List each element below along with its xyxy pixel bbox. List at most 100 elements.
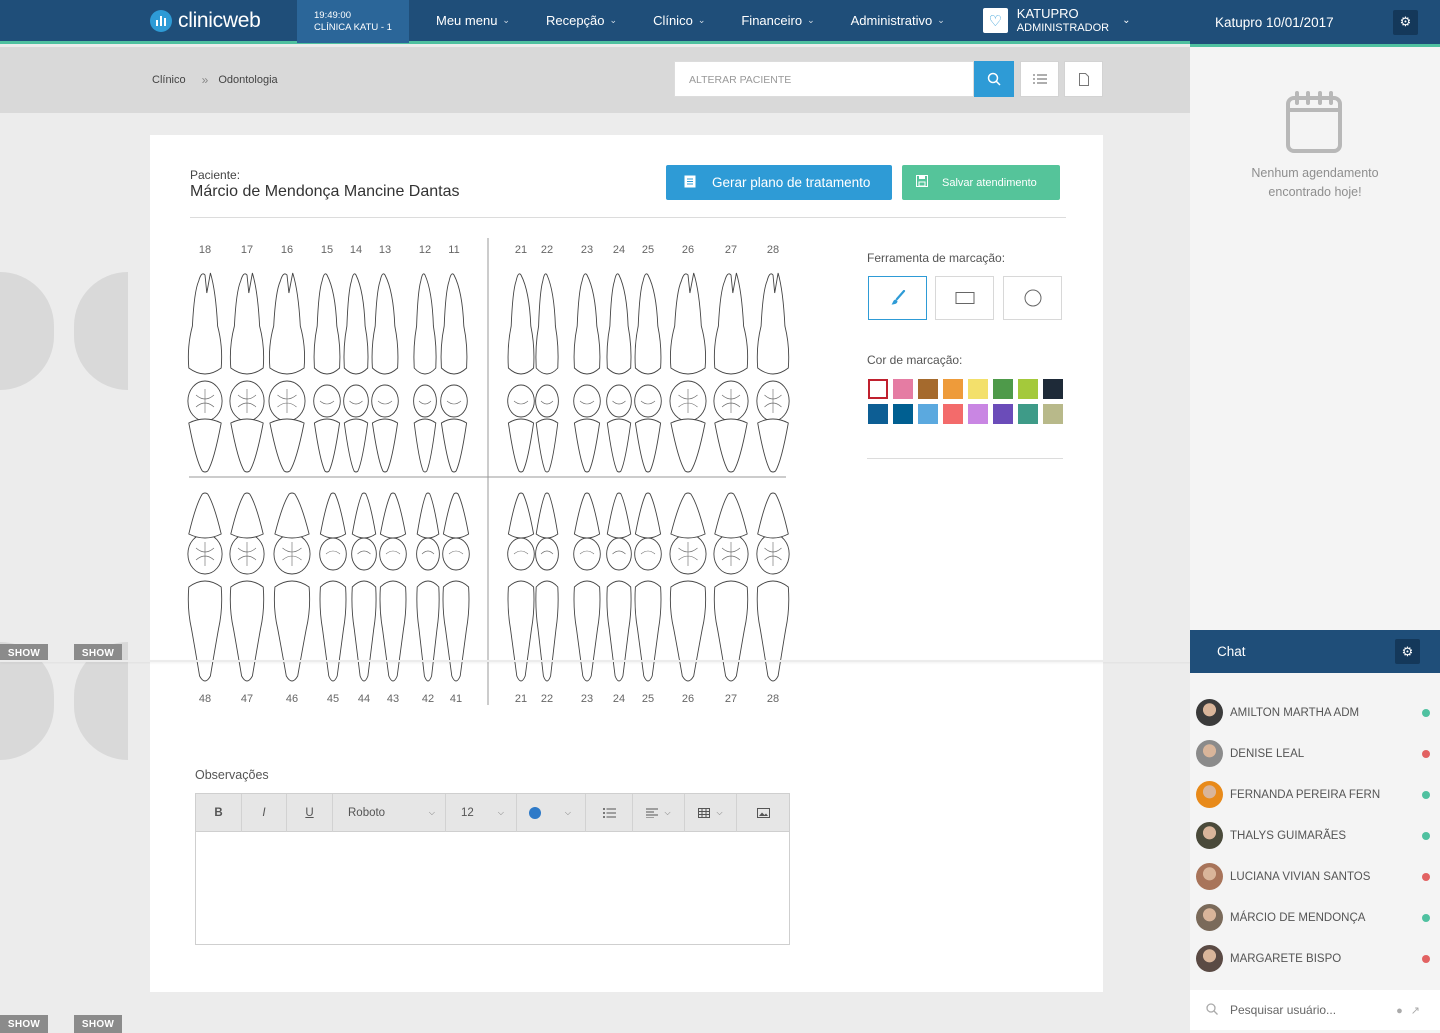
- tooth[interactable]: [535, 273, 559, 473]
- odontogram-drawing[interactable]: [186, 235, 792, 715]
- color-swatch[interactable]: [918, 404, 938, 424]
- avatar: [1196, 699, 1223, 726]
- chat-user-row[interactable]: DENISE LEAL: [1190, 733, 1440, 774]
- tooth[interactable]: [756, 492, 790, 682]
- main-menu: Meu menu ⌄ Recepção ⌄ Clínico ⌄ Financeiro ⌄…: [409, 0, 1130, 43]
- color-swatch[interactable]: [893, 379, 913, 399]
- tooth[interactable]: [268, 272, 306, 473]
- color-swatch[interactable]: [993, 379, 1013, 399]
- tooth[interactable]: [669, 492, 707, 682]
- color-swatch[interactable]: [943, 379, 963, 399]
- editor-body[interactable]: [196, 832, 789, 944]
- patient-search-input[interactable]: ALTERAR PACIENTE: [674, 61, 974, 97]
- menu-administrativo[interactable]: Administrativo ⌄: [851, 13, 945, 28]
- tooth[interactable]: [756, 272, 790, 473]
- color-swatch[interactable]: [1018, 404, 1038, 424]
- chat-user-row[interactable]: LUCIANA VIVIAN SANTOS: [1190, 856, 1440, 897]
- tooth[interactable]: [440, 273, 468, 473]
- tooth[interactable]: [413, 273, 437, 473]
- chat-user-row[interactable]: FERNANDA PEREIRA FERN: [1190, 774, 1440, 815]
- generate-treatment-plan-button[interactable]: Gerar plano de tratamento: [666, 165, 892, 200]
- color-swatch[interactable]: [893, 404, 913, 424]
- tooth[interactable]: [713, 492, 749, 682]
- chat-search-input[interactable]: Pesquisar usuário...: [1230, 1003, 1336, 1017]
- tooth[interactable]: [229, 272, 265, 473]
- menu-recepcao[interactable]: Recepção ⌄: [546, 13, 617, 28]
- tooth[interactable]: [187, 492, 223, 682]
- color-swatch[interactable]: [1018, 379, 1038, 399]
- tooth[interactable]: [507, 492, 535, 682]
- chat-user-row[interactable]: MARGARETE BISPO: [1190, 938, 1440, 979]
- user-menu[interactable]: ♡ KATUPRO ADMINISTRADOR ⌄: [982, 6, 1130, 35]
- circle-tool-button[interactable]: [1003, 276, 1062, 320]
- bullet-list-button[interactable]: [586, 793, 633, 832]
- tooth[interactable]: [319, 492, 347, 682]
- menu-meu-menu[interactable]: Meu menu ⌄: [436, 13, 510, 28]
- tooth[interactable]: [187, 272, 223, 473]
- tooth[interactable]: [229, 492, 265, 682]
- tooth[interactable]: [634, 273, 662, 473]
- breadcrumb-clinico[interactable]: Clínico: [152, 74, 186, 86]
- tooth[interactable]: [379, 492, 407, 682]
- underline-button[interactable]: U: [287, 793, 333, 832]
- tooth[interactable]: [573, 273, 601, 473]
- tooth[interactable]: [371, 273, 399, 473]
- list-view-button[interactable]: [1020, 61, 1059, 97]
- odontogram[interactable]: 18 17 16 15 14 13 12 11 21 22 23 24 25 26 27 28 48 47 46 45…: [186, 235, 792, 715]
- tooth[interactable]: [351, 492, 377, 682]
- tooth[interactable]: [535, 492, 559, 682]
- menu-financeiro[interactable]: Financeiro ⌄: [741, 13, 814, 28]
- font-size-select[interactable]: 12 ⌵: [446, 793, 517, 832]
- tooth[interactable]: [343, 273, 369, 473]
- search-button[interactable]: [974, 61, 1014, 97]
- show-button[interactable]: SHOW: [74, 1015, 122, 1033]
- clinicweb-logo[interactable]: clinicweb: [0, 0, 297, 43]
- bold-button[interactable]: B: [196, 793, 242, 832]
- gear-icon[interactable]: ⚙: [1395, 639, 1420, 664]
- tooth[interactable]: [273, 492, 311, 682]
- brush-tool-button[interactable]: [868, 276, 927, 320]
- breadcrumb-odontologia[interactable]: Odontologia: [218, 74, 277, 86]
- tooth[interactable]: [606, 273, 632, 473]
- chat-user-row[interactable]: AMILTON MARTHA ADM: [1190, 692, 1440, 733]
- color-swatch[interactable]: [993, 404, 1013, 424]
- tooth[interactable]: [713, 272, 749, 473]
- tooth[interactable]: [606, 492, 632, 682]
- tooth[interactable]: [634, 492, 662, 682]
- chat-user-row[interactable]: THALYS GUIMARÃES: [1190, 815, 1440, 856]
- rectangle-icon: [955, 292, 974, 304]
- tooth[interactable]: [669, 272, 707, 473]
- tooth[interactable]: [573, 492, 601, 682]
- document-button[interactable]: [1064, 61, 1103, 97]
- insert-image-button[interactable]: [737, 794, 789, 832]
- tooth[interactable]: [416, 492, 440, 682]
- clinic-clock[interactable]: 19:49:00 CLÍNICA KATU - 1: [297, 0, 409, 43]
- gear-icon[interactable]: ⚙: [1393, 9, 1418, 35]
- color-swatch[interactable]: [968, 404, 988, 424]
- group-expand-icons[interactable]: ●↗: [1396, 1004, 1428, 1017]
- font-family-select[interactable]: Roboto ⌵: [333, 793, 446, 832]
- brush-icon: [891, 290, 905, 305]
- color-swatch[interactable]: [918, 379, 938, 399]
- document-icon: [1078, 72, 1089, 86]
- text-color-select[interactable]: ⌵: [517, 793, 586, 832]
- show-button[interactable]: SHOW: [0, 1015, 48, 1033]
- rectangle-tool-button[interactable]: [935, 276, 994, 320]
- italic-button[interactable]: I: [242, 793, 287, 832]
- color-swatch[interactable]: [868, 404, 888, 424]
- chat-search[interactable]: Pesquisar usuário... ●↗: [1190, 990, 1440, 1030]
- tooth[interactable]: [507, 273, 535, 473]
- menu-clinico[interactable]: Clínico ⌄: [653, 13, 705, 28]
- color-swatch[interactable]: [868, 379, 888, 399]
- tooth[interactable]: [442, 492, 470, 682]
- color-swatch[interactable]: [1043, 379, 1063, 399]
- color-swatch[interactable]: [943, 404, 963, 424]
- color-swatch[interactable]: [968, 379, 988, 399]
- color-swatch[interactable]: [1043, 404, 1063, 424]
- chat-user-row[interactable]: MÁRCIO DE MENDONÇA: [1190, 897, 1440, 938]
- tooth-number: 15: [320, 244, 334, 256]
- tooth[interactable]: [313, 273, 341, 473]
- align-select[interactable]: ⌵: [633, 793, 685, 832]
- table-select[interactable]: ⌵: [685, 793, 737, 832]
- save-appointment-button[interactable]: Salvar atendimento: [902, 165, 1060, 200]
